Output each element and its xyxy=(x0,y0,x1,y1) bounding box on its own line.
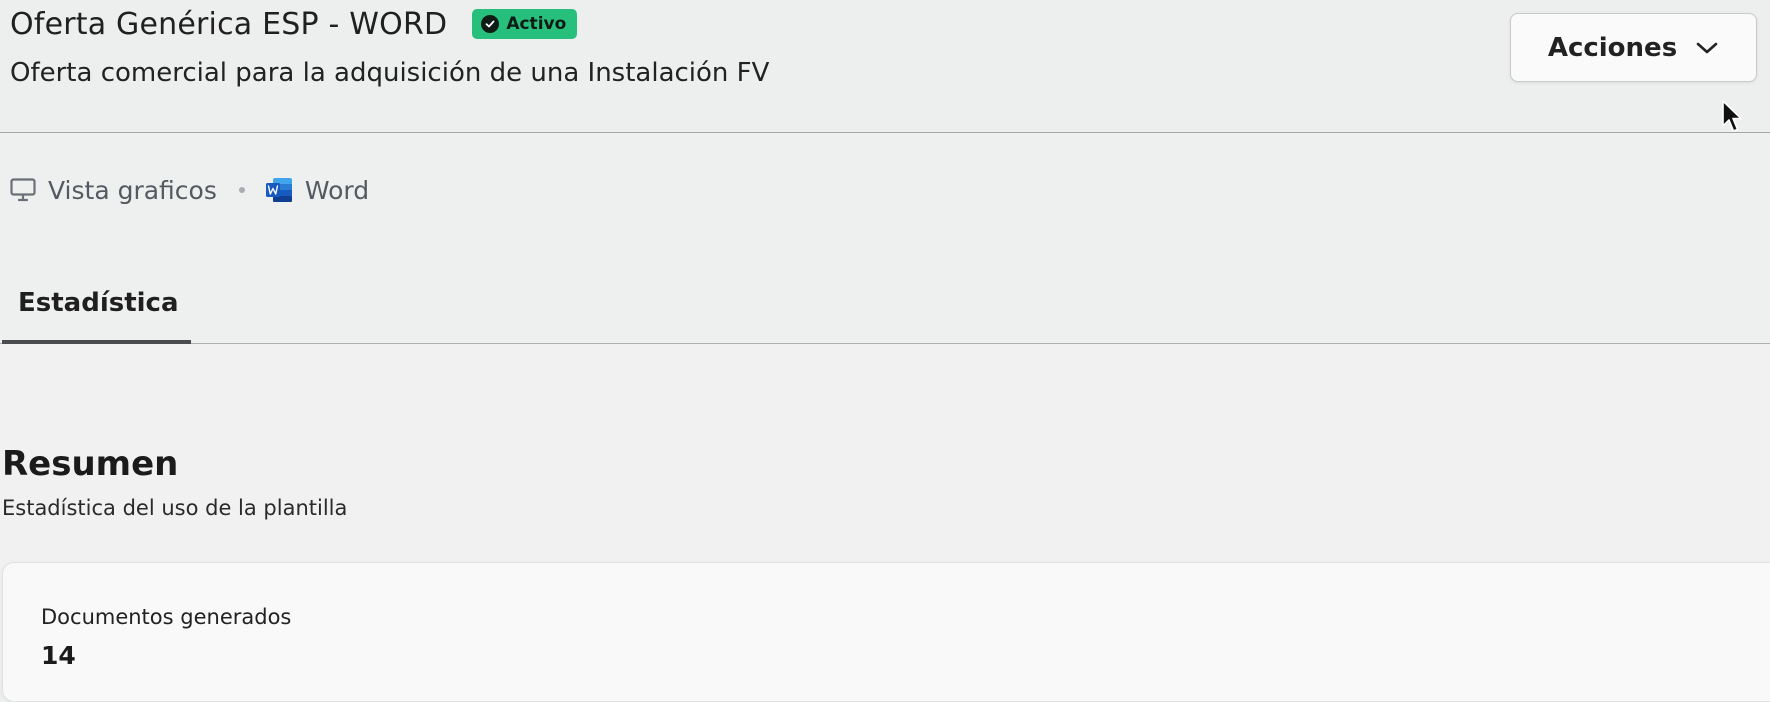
section-title: Resumen xyxy=(2,444,179,484)
tab-bar: Estadística xyxy=(0,270,1770,344)
tab-estadistica[interactable]: Estadística xyxy=(2,270,191,344)
page-subtitle: Oferta comercial para la adquisición de … xyxy=(10,58,770,88)
title-row: Oferta Genérica ESP - WORD Activo xyxy=(10,4,578,44)
word-icon xyxy=(265,177,293,203)
chevron-down-icon xyxy=(1695,40,1719,56)
separator-dot xyxy=(238,187,245,193)
view-mode: Vista graficos xyxy=(10,176,217,205)
actions-button-label: Acciones xyxy=(1547,32,1678,63)
file-format: Word xyxy=(265,176,369,205)
status-label: Activo xyxy=(506,14,567,34)
cursor-icon xyxy=(1721,100,1743,138)
check-circle-icon xyxy=(481,15,500,33)
page-title: Oferta Genérica ESP - WORD xyxy=(10,6,448,42)
status-badge: Activo xyxy=(472,9,578,39)
stat-card: Documentos generados 14 xyxy=(2,562,1770,702)
view-mode-label: Vista graficos xyxy=(48,175,217,205)
stat-card-label: Documentos generados xyxy=(41,605,292,629)
section-subtitle: Estadística del uso de la plantilla xyxy=(2,496,348,520)
actions-button[interactable]: Acciones xyxy=(1510,13,1757,82)
monitor-icon xyxy=(10,178,36,202)
template-meta: Vista graficos Word xyxy=(10,172,369,208)
page-header: Oferta Genérica ESP - WORD Activo Oferta… xyxy=(0,0,1770,133)
stat-card-value: 14 xyxy=(41,641,76,670)
main-content: Resumen Estadística del uso de la planti… xyxy=(0,344,1770,702)
file-format-label: Word xyxy=(304,175,370,205)
